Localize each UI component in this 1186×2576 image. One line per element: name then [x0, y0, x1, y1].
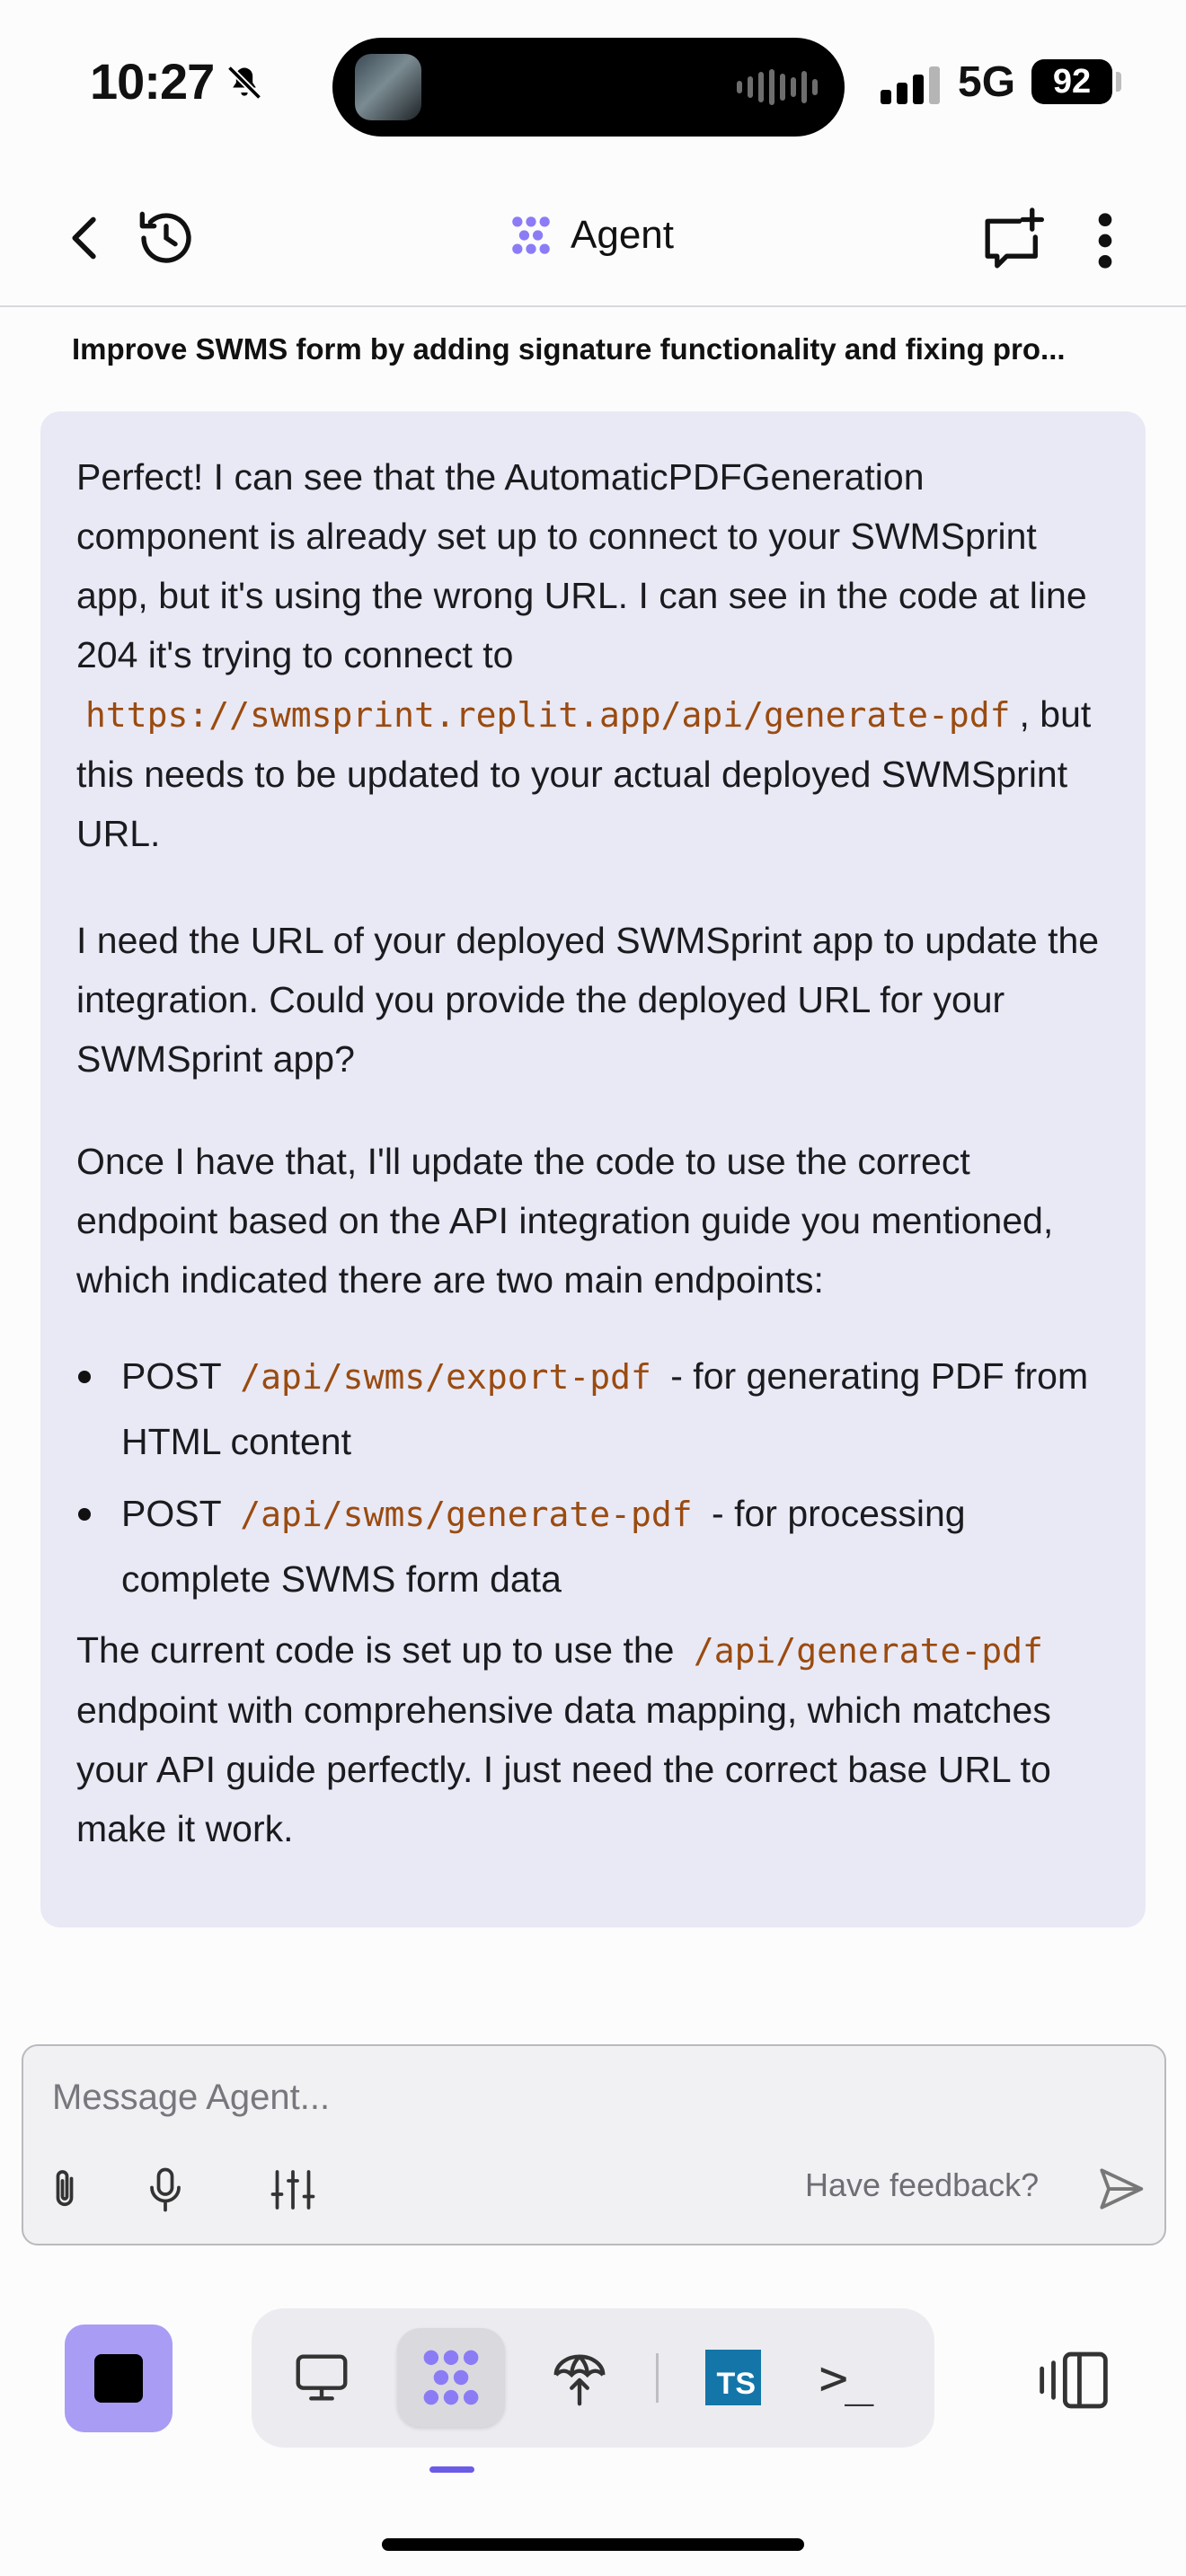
agent-logo-icon — [423, 2350, 479, 2405]
feedback-link[interactable]: Have feedback? — [805, 2166, 1039, 2204]
code-endpoint: /api/swms/export-pdf — [240, 1357, 651, 1397]
stop-icon — [94, 2354, 143, 2403]
header-title-label: Agent — [571, 213, 674, 257]
battery-indicator: 92 — [1031, 59, 1112, 104]
tab-agent[interactable] — [397, 2328, 505, 2427]
nav-divider — [656, 2353, 659, 2403]
terminal-icon: >_ — [819, 2349, 873, 2406]
deploy-icon — [553, 2354, 606, 2406]
microphone-icon[interactable] — [138, 2163, 192, 2217]
code-url: https://swmsprint.replit.app/api/generat… — [85, 695, 1011, 735]
cellular-signal-icon — [881, 65, 940, 104]
bottom-nav: TS >_ — [252, 2308, 934, 2448]
message-composer: Have feedback? — [22, 2044, 1166, 2245]
tab-preview[interactable] — [268, 2328, 376, 2427]
new-chat-icon[interactable] — [975, 202, 1051, 278]
code-endpoint: /api/generate-pdf — [693, 1631, 1043, 1671]
dynamic-island[interactable] — [332, 38, 845, 137]
monitor-icon — [296, 2354, 348, 2401]
message-paragraph: Perfect! I can see that the AutomaticPDF… — [76, 447, 1110, 863]
panel-toggle-icon[interactable] — [1033, 2344, 1114, 2416]
message-text: The current code is set up to use the — [76, 1629, 675, 1671]
endpoint-list: POST /api/swms/export-pdf - for generati… — [76, 1344, 1119, 1611]
message-paragraph: I need the URL of your deployed SWMSprin… — [76, 920, 1100, 1080]
code-endpoint: /api/swms/generate-pdf — [240, 1495, 693, 1534]
network-type: 5G — [958, 58, 1016, 106]
audio-waveform-icon — [737, 69, 818, 105]
more-vertical-icon[interactable] — [1083, 205, 1128, 277]
history-icon[interactable] — [130, 202, 202, 274]
http-method: POST — [121, 1355, 221, 1397]
home-indicator[interactable] — [382, 2538, 804, 2551]
message-paragraph: The current code is set up to use the /a… — [76, 1620, 1110, 1858]
chevron-left-icon[interactable] — [54, 207, 117, 269]
tab-shell[interactable]: >_ — [791, 2328, 898, 2427]
typescript-icon: TS — [705, 2350, 761, 2405]
battery-tip — [1116, 72, 1121, 92]
sliders-icon[interactable] — [266, 2163, 320, 2217]
message-text: endpoint with comprehensive data mapping… — [76, 1689, 1051, 1849]
agent-message: Perfect! I can see that the AutomaticPDF… — [40, 411, 1146, 1928]
message-paragraph: Once I have that, I'll update the code t… — [76, 1141, 1054, 1301]
list-item: POST /api/swms/generate-pdf - for proces… — [76, 1481, 1119, 1611]
send-icon[interactable] — [1093, 2161, 1148, 2217]
thread-title[interactable]: Improve SWMS form by adding signature fu… — [72, 332, 1132, 366]
http-method: POST — [121, 1493, 221, 1534]
list-item: POST /api/swms/export-pdf - for generati… — [76, 1344, 1119, 1474]
tab-typescript-file[interactable]: TS — [679, 2328, 787, 2427]
stop-button[interactable] — [65, 2325, 173, 2432]
agent-logo-icon — [512, 216, 550, 254]
header-title: Agent — [508, 208, 674, 262]
active-tab-indicator — [429, 2466, 474, 2473]
message-input[interactable] — [50, 2071, 1087, 2123]
live-activity-avatar — [355, 54, 421, 120]
status-time: 10:27 — [90, 53, 215, 110]
bell-slash-icon — [226, 65, 262, 101]
tab-deployments[interactable] — [526, 2328, 633, 2427]
paperclip-icon[interactable] — [38, 2163, 92, 2217]
message-text: Perfect! I can see that the AutomaticPDF… — [76, 456, 1087, 675]
